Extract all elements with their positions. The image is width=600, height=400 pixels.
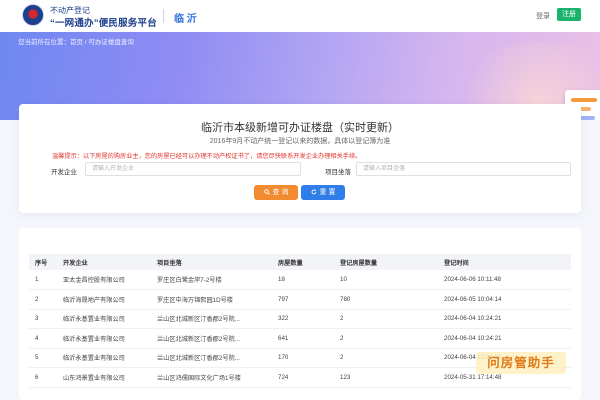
table-row[interactable]: 4 临沂永基置业有限公司 兰山区北城新区汀香郡2号院... 641 2 2024… xyxy=(29,328,571,349)
notice-text: 温馨提示：以下房屋的购房业主，您的房屋已经可以办理不动产权证书了，请您尽快联系开… xyxy=(52,153,362,160)
column-header-location: 项目坐落 xyxy=(151,254,272,270)
cell-house-count: 724 xyxy=(272,367,334,388)
search-icon xyxy=(263,189,270,195)
cell-registered-count: 780 xyxy=(334,289,438,310)
company-label: 开发企业 xyxy=(51,169,77,176)
column-header-registered-time: 登记时间 xyxy=(438,254,571,270)
login-link[interactable]: 登录 xyxy=(536,11,550,21)
cell-registered-time: 2024-06-06 10:11:48 xyxy=(438,270,571,290)
logo-emblem-icon[interactable] xyxy=(22,4,44,26)
illustration-bar xyxy=(571,98,597,102)
refresh-icon xyxy=(311,189,316,195)
cell-registered-time: 2024-06-05 10:04:14 xyxy=(438,289,571,310)
cell-location: 兰山区北城新区汀香郡2号院... xyxy=(151,328,272,349)
company-input[interactable] xyxy=(85,162,301,176)
cell-registered-count: 2 xyxy=(334,348,438,368)
cell-house-count: 641 xyxy=(272,328,334,349)
table-row[interactable]: 2 临沂海晟地产有限公司 罗庄区中海万锦熙园1D号楼 797 780 2024-… xyxy=(29,289,571,310)
cell-index: 1 xyxy=(29,270,57,290)
table-row[interactable]: 3 临沂永基置业有限公司 兰山区北城新区汀香郡2号院... 322 2 2024… xyxy=(29,309,571,329)
cell-house-count: 797 xyxy=(272,289,334,310)
cell-index: 3 xyxy=(29,309,57,329)
cell-house-count: 322 xyxy=(272,309,334,329)
cell-index: 6 xyxy=(29,367,57,388)
cell-company: 临沂海晟地产有限公司 xyxy=(57,289,151,310)
top-header: 不动产登记 “一网通办”便民服务平台 临 沂 登录 注册 xyxy=(0,0,600,32)
register-button[interactable]: 注册 xyxy=(557,8,581,21)
reset-button[interactable]: 重 置 xyxy=(301,185,345,200)
page-title: 临沂市本级新增可办证楼盘（实时更新） xyxy=(201,122,399,134)
search-button-label: 查 询 xyxy=(272,189,289,196)
cell-company: 临沂永基置业有限公司 xyxy=(57,309,151,329)
cell-location: 兰山区北城新区汀香郡2号院... xyxy=(151,348,272,368)
cell-company: 山东鸿景置业有限公司 xyxy=(57,367,151,388)
cell-house-count: 18 xyxy=(272,270,334,290)
cell-location: 罗庄区白鹭金岸7-2号楼 xyxy=(151,270,272,290)
project-label: 项目坐落 xyxy=(325,169,351,176)
cell-registered-count: 10 xyxy=(334,270,438,290)
header-divider xyxy=(163,9,164,23)
cell-house-count: 170 xyxy=(272,348,334,368)
cell-index: 4 xyxy=(29,328,57,349)
cell-index: 5 xyxy=(29,348,57,368)
table-row[interactable]: 1 亚太金昌控股有限公司 罗庄区白鹭金岸7-2号楼 18 10 2024-06-… xyxy=(29,270,571,290)
results-table-panel: 序号 开发企业 项目坐落 房屋数量 登记房屋数量 登记时间 1 亚太金昌控股有限… xyxy=(19,228,581,400)
breadcrumb[interactable]: 您当前所在位置：首页 / 可办证楼盘查询 xyxy=(18,36,134,46)
city-selector[interactable]: 临 沂 xyxy=(174,10,197,25)
cell-location: 罗庄区中海万锦熙园1D号楼 xyxy=(151,289,272,310)
logo-line2: “一网通办”便民服务平台 xyxy=(50,18,157,29)
cell-registered-time: 2024-06-04 10:24:21 xyxy=(438,309,571,329)
search-panel: 临沂市本级新增可办证楼盘（实时更新） 2016年9月不动产统一登记以来的数据，具… xyxy=(19,104,581,213)
cell-company: 亚太金昌控股有限公司 xyxy=(57,270,151,290)
page-subtitle: 2016年9月不动产统一登记以来的数据，具体以登记簿为准 xyxy=(209,138,391,145)
cell-registered-count: 2 xyxy=(334,328,438,349)
cell-registered-count: 2 xyxy=(334,309,438,329)
column-header-index: 序号 xyxy=(29,254,57,270)
cell-company: 临沂永基置业有限公司 xyxy=(57,328,151,349)
column-header-registered-count: 登记房屋数量 xyxy=(334,254,438,270)
project-input[interactable] xyxy=(356,162,571,176)
cell-index: 2 xyxy=(29,289,57,310)
table-header-row: 序号 开发企业 项目坐落 房屋数量 登记房屋数量 登记时间 xyxy=(29,254,571,270)
search-button[interactable]: 查 询 xyxy=(254,185,298,200)
cell-company: 临沂永基置业有限公司 xyxy=(57,348,151,368)
cell-location: 兰山区北城新区汀香郡2号院... xyxy=(151,309,272,329)
cell-registered-count: 123 xyxy=(334,367,438,388)
cell-location: 兰山区鸿儒国际文化广场1号楼 xyxy=(151,367,272,388)
reset-button-label: 重 置 xyxy=(319,189,336,196)
column-header-company: 开发企业 xyxy=(57,254,151,270)
watermark-label: 问房管助手 xyxy=(476,352,566,374)
cell-registered-time: 2024-06-04 10:24:21 xyxy=(438,328,571,349)
column-header-house-count: 房屋数量 xyxy=(272,254,334,270)
